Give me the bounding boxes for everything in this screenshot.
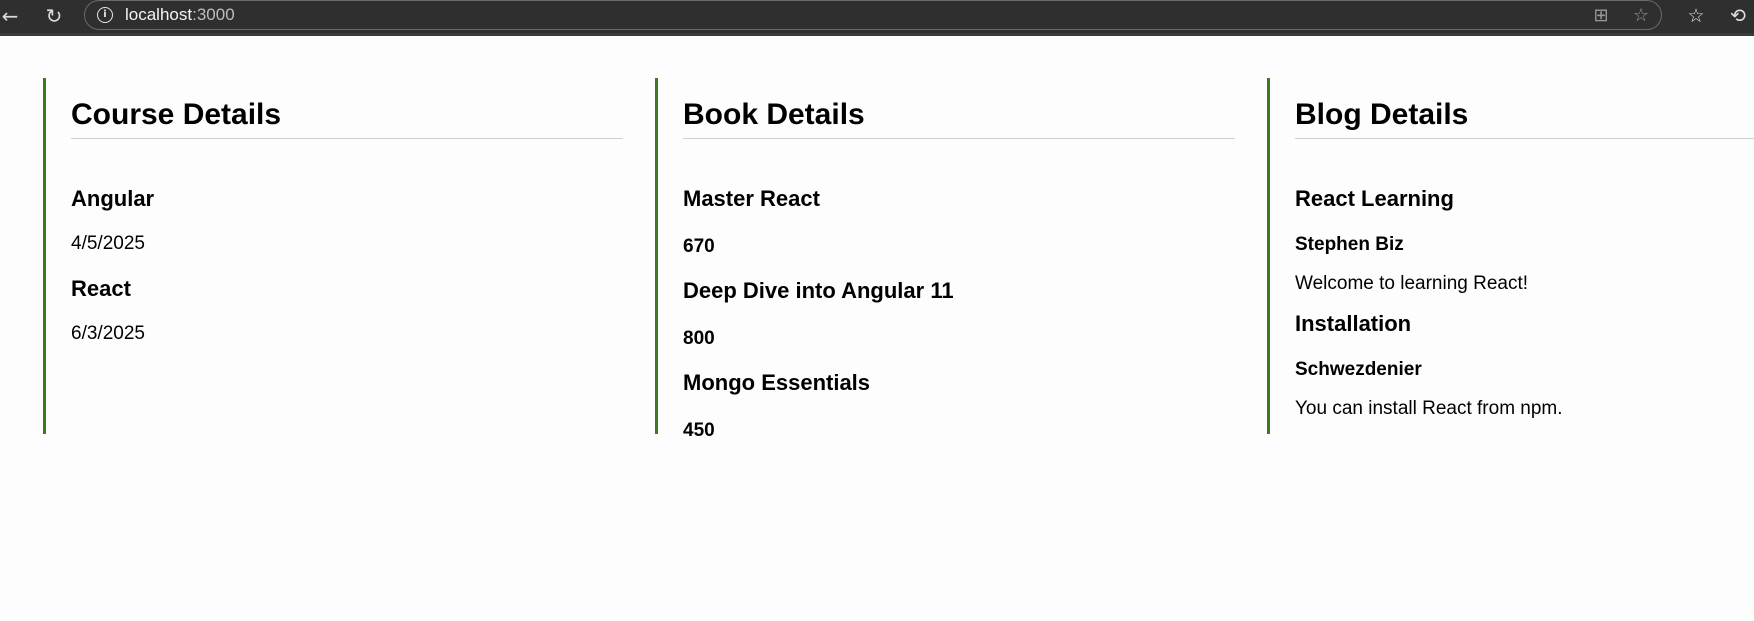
blog-text: You can install React from npm.	[1295, 398, 1563, 419]
book-price: 450	[683, 420, 715, 441]
blog-title: Installation	[1295, 311, 1412, 336]
course-details-panel: Course Details Angular 4/5/2025 React 6/…	[43, 78, 623, 434]
course-name: Angular	[71, 186, 155, 211]
book-details-heading: Book Details	[683, 78, 1235, 139]
course-details-heading: Course Details	[71, 78, 623, 139]
back-arrow-icon[interactable]: ←	[0, 2, 24, 30]
course-item: 6/3/2025	[71, 323, 145, 345]
blog-author: Stephen Biz	[1295, 234, 1404, 255]
blog-details-panel: Blog Details React Learning Stephen Biz …	[1267, 78, 1754, 434]
favorites-list-icon[interactable]: ☆	[1682, 2, 1710, 30]
browser-toolbar: ← ↻ i localhost:3000 ⊞ ☆ ☆ ⟲	[0, 0, 1754, 36]
book-name: Deep Dive into Angular 11	[683, 278, 954, 303]
url-host: localhost	[125, 5, 193, 24]
url-text: localhost:3000	[125, 5, 235, 25]
book-name: Mongo Essentials	[683, 370, 871, 395]
course-item: Angular	[71, 186, 154, 212]
blog-details-heading: Blog Details	[1295, 78, 1754, 139]
book-price: 670	[683, 236, 715, 257]
page-content: Course Details Angular 4/5/2025 React 6/…	[0, 36, 1754, 621]
url-port: :3000	[192, 5, 235, 24]
course-item: React	[71, 276, 131, 302]
history-icon[interactable]: ⟲	[1724, 2, 1752, 30]
course-name: React	[71, 276, 131, 301]
book-price: 800	[683, 328, 715, 349]
address-bar[interactable]: i localhost:3000 ⊞ ☆	[84, 0, 1662, 30]
book-details-panel: Book Details Master React 670 Deep Dive …	[655, 78, 1235, 441]
blog-text: Welcome to learning React!	[1295, 273, 1529, 294]
app-install-icon[interactable]: ⊞	[1589, 4, 1613, 28]
site-info-icon[interactable]: i	[97, 7, 113, 23]
course-date: 4/5/2025	[71, 233, 145, 254]
book-name: Master React	[683, 186, 820, 211]
course-item: 4/5/2025	[71, 233, 145, 255]
course-date: 6/3/2025	[71, 323, 145, 344]
reload-icon[interactable]: ↻	[40, 2, 68, 30]
blog-author: Schwezdenier	[1295, 359, 1422, 380]
blog-title: React Learning	[1295, 186, 1454, 211]
favorite-star-icon[interactable]: ☆	[1629, 4, 1653, 28]
